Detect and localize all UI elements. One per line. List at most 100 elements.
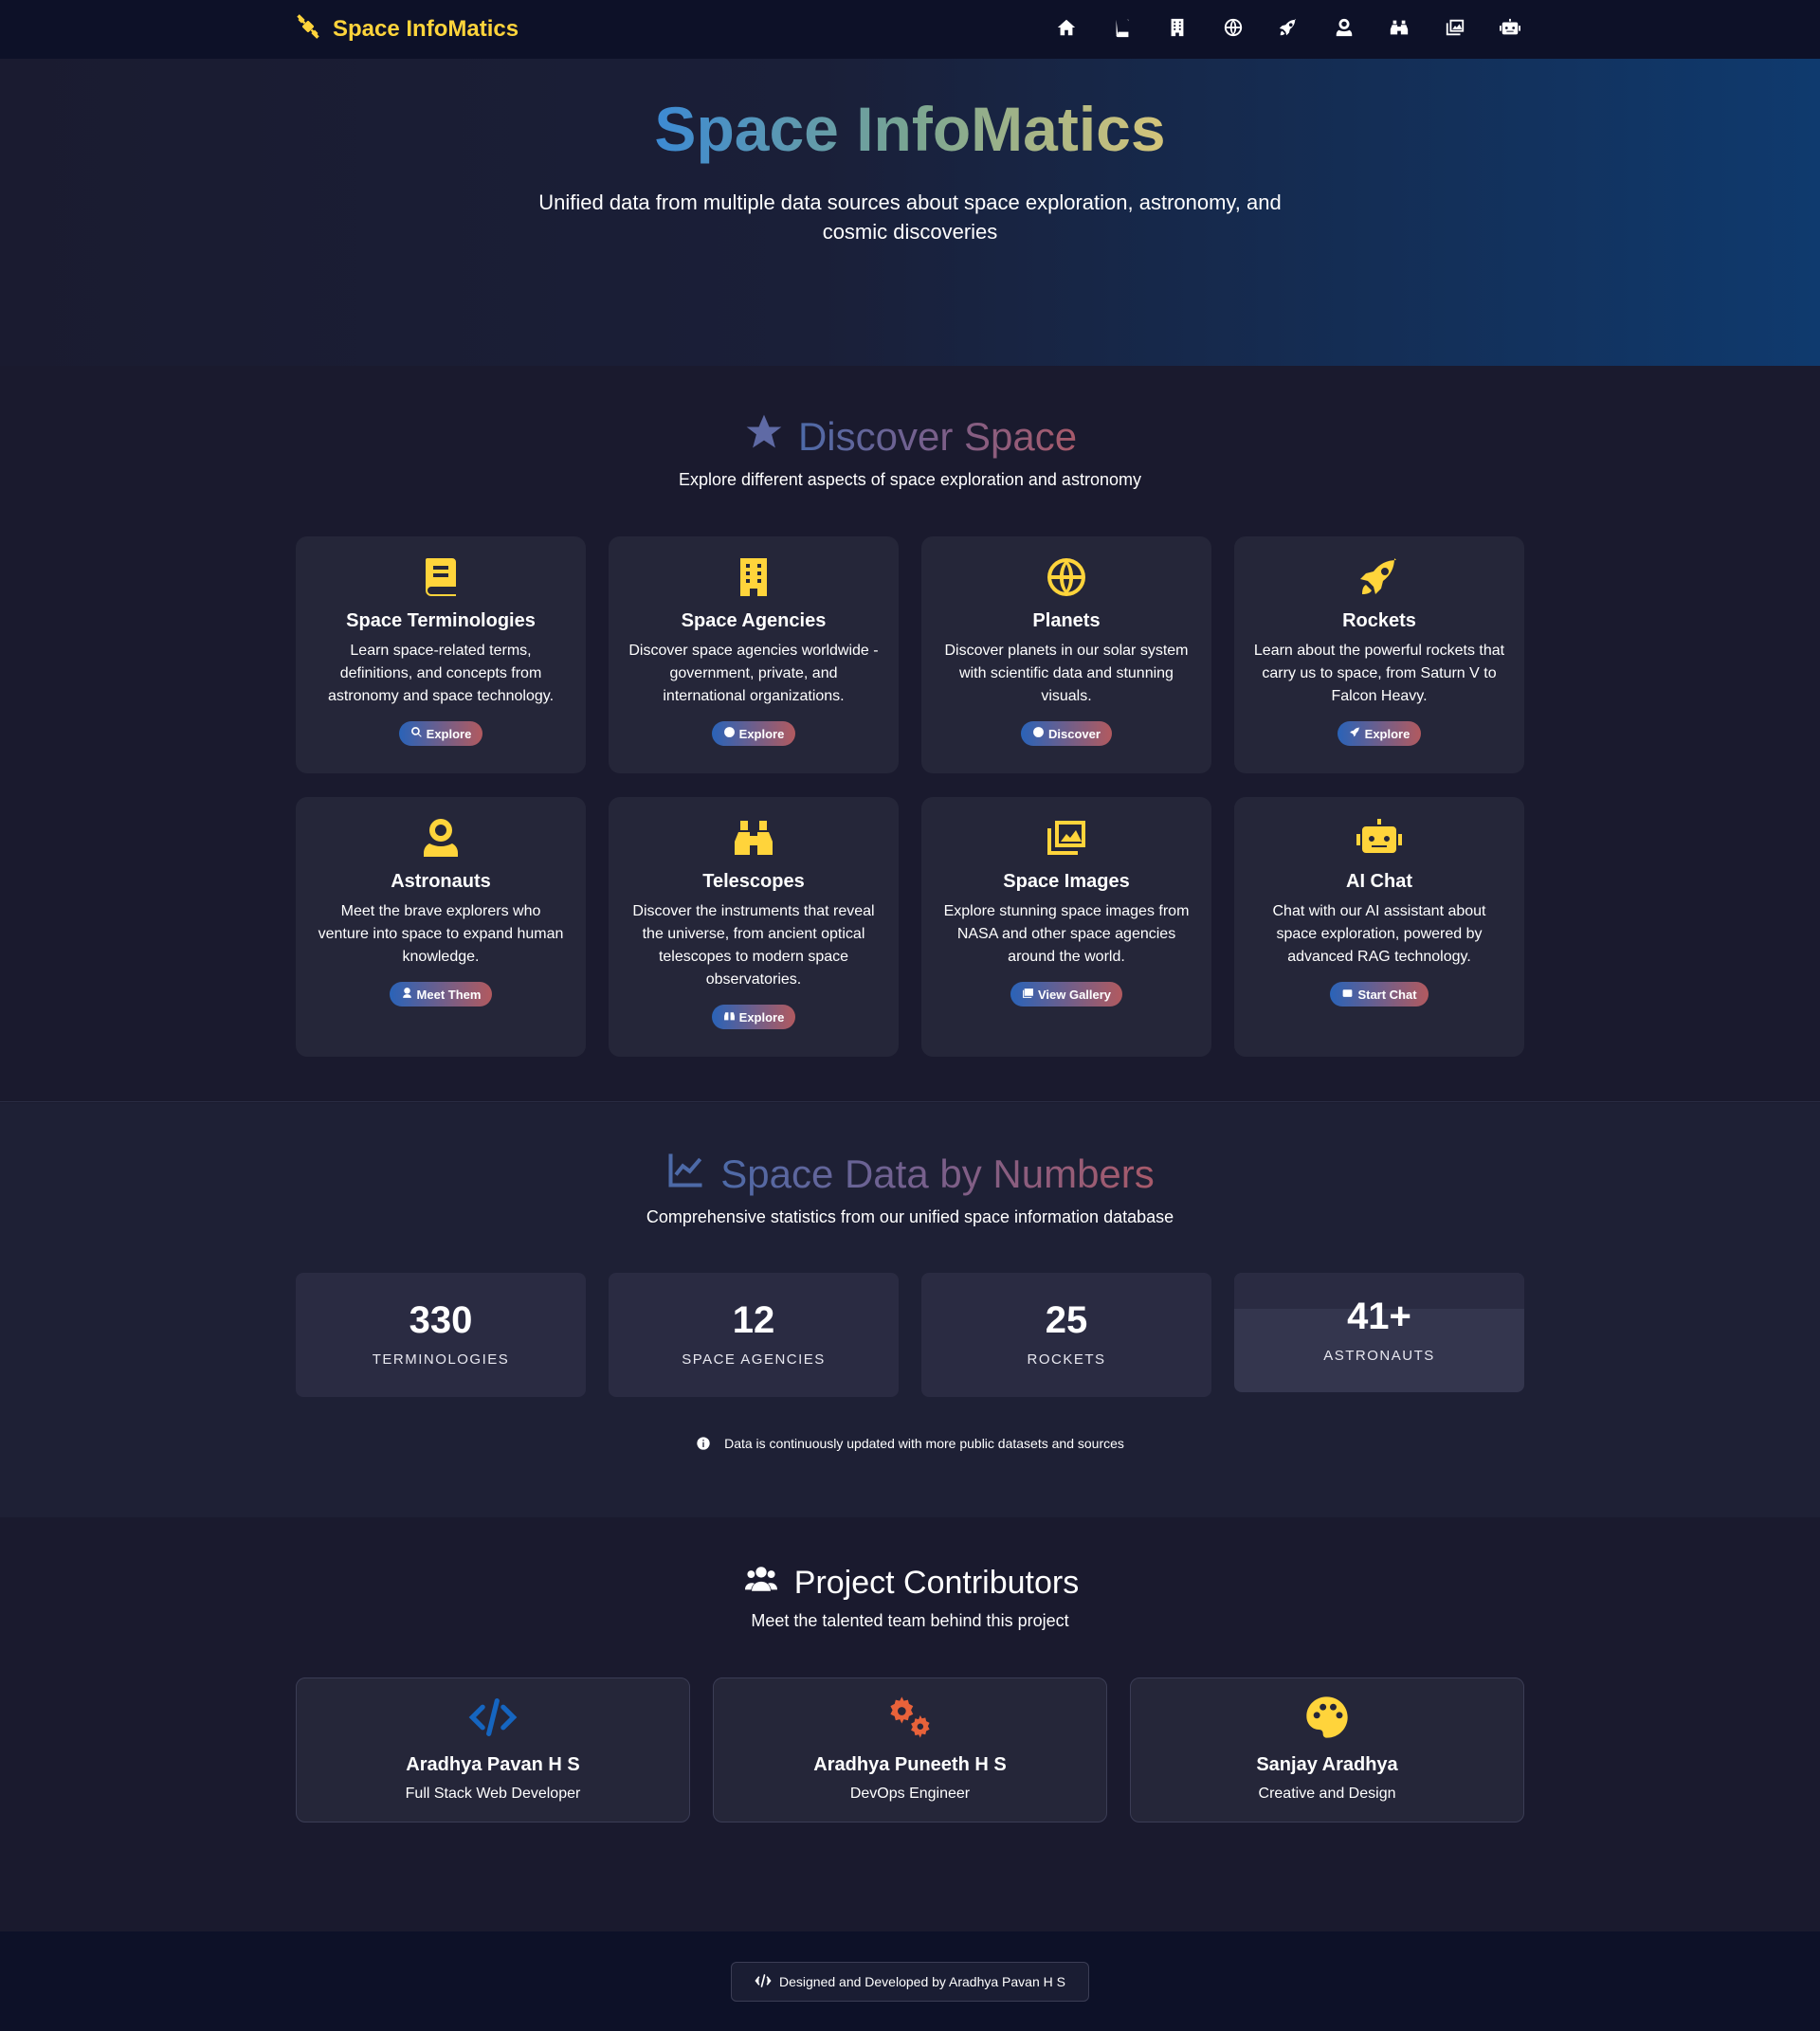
card-title: Telescopes xyxy=(702,871,805,892)
stat-terminologies: 330 TERMINOLOGIES xyxy=(296,1273,586,1397)
globe-icon xyxy=(1223,17,1244,43)
rocket-icon xyxy=(1278,17,1299,43)
contributor-name: Sanjay Aradhya xyxy=(1256,1754,1398,1775)
palette-icon xyxy=(1131,1692,1523,1743)
satellite-icon xyxy=(295,13,321,46)
discover-subtitle: Explore different aspects of space explo… xyxy=(679,470,1141,489)
card-astronauts[interactable]: Astronauts Meet the brave explorers who … xyxy=(296,797,586,1057)
nav-images[interactable] xyxy=(1428,0,1483,59)
rocket-icon xyxy=(1234,552,1524,603)
robot-icon xyxy=(1500,17,1521,43)
card-title: Planets xyxy=(1032,610,1101,631)
explore-button[interactable]: Explore xyxy=(1337,721,1422,746)
robot-icon xyxy=(1341,987,1354,1002)
stat-value: 41+ xyxy=(1347,1296,1411,1337)
code-icon xyxy=(755,1973,772,1990)
stats-subtitle: Comprehensive statistics from our unifie… xyxy=(646,1207,1174,1226)
robot-icon xyxy=(1234,812,1524,863)
images-icon xyxy=(1445,17,1465,43)
binoculars-icon xyxy=(723,1009,736,1025)
brand-name: Space InfoMatics xyxy=(333,16,519,42)
view-gallery-button[interactable]: View Gallery xyxy=(1010,982,1123,1006)
card-ai-chat[interactable]: AI Chat Chat with our AI assistant about… xyxy=(1234,797,1524,1057)
button-label: Meet Them xyxy=(416,987,482,1002)
card-title: Rockets xyxy=(1342,610,1416,631)
stat-rockets: 25 ROCKETS xyxy=(921,1273,1211,1397)
nav-rockets[interactable] xyxy=(1261,0,1317,59)
search-icon xyxy=(410,726,423,741)
contributors-section: Project Contributors Meet the talented t… xyxy=(0,1517,1820,1931)
nav-planets[interactable] xyxy=(1206,0,1262,59)
discover-button[interactable]: Discover xyxy=(1021,721,1112,746)
home-icon xyxy=(1056,17,1077,43)
card-terminologies[interactable]: Space Terminologies Learn space-related … xyxy=(296,536,586,773)
footer-credit: Designed and Developed by Aradhya Pavan … xyxy=(731,1962,1089,2002)
start-chat-button[interactable]: Start Chat xyxy=(1330,982,1429,1006)
stat-value: 330 xyxy=(409,1299,473,1341)
card-telescopes[interactable]: Telescopes Discover the instruments that… xyxy=(609,797,899,1057)
card-agencies[interactable]: Space Agencies Discover space agencies w… xyxy=(609,536,899,773)
rocket-icon xyxy=(1349,726,1361,741)
binoculars-icon xyxy=(1389,17,1410,43)
navbar: Space InfoMatics xyxy=(0,0,1820,59)
contributors-subtitle: Meet the talented team behind this proje… xyxy=(751,1611,1069,1630)
hero-title: Space InfoMatics xyxy=(654,94,1166,164)
nav-ai-chat[interactable] xyxy=(1483,0,1538,59)
book-icon xyxy=(296,552,586,603)
note-text: Data is continuously updated with more p… xyxy=(724,1436,1124,1451)
button-label: Explore xyxy=(738,726,785,741)
button-label: Start Chat xyxy=(1357,987,1417,1002)
building-icon xyxy=(609,552,899,603)
hero: Space InfoMatics Unified data from multi… xyxy=(0,59,1820,366)
nav-terminologies[interactable] xyxy=(1095,0,1151,59)
contributor-role: Full Stack Web Developer xyxy=(405,1786,581,1802)
contributors-title: Project Contributors xyxy=(793,1565,1080,1601)
card-desc: Discover planets in our solar system wit… xyxy=(944,643,1189,704)
stat-astronauts: 41+ ASTRONAUTS xyxy=(1234,1273,1524,1392)
card-desc: Learn space-related terms, definitions, … xyxy=(327,643,555,704)
images-icon xyxy=(1022,987,1034,1002)
card-title: AI Chat xyxy=(1346,871,1412,892)
card-desc: Learn about the powerful rockets that ca… xyxy=(1253,643,1505,704)
stats-section: Space Data by Numbers Comprehensive stat… xyxy=(0,1103,1820,1517)
data-note: Data is continuously updated with more p… xyxy=(0,1436,1820,1454)
nav-telescopes[interactable] xyxy=(1372,0,1428,59)
info-icon xyxy=(696,1436,711,1451)
stat-value: 25 xyxy=(1045,1299,1088,1341)
card-space-images[interactable]: Space Images Explore stunning space imag… xyxy=(921,797,1211,1057)
nav-home[interactable] xyxy=(1039,0,1095,59)
stat-label: ASTRONAUTS xyxy=(1323,1348,1435,1364)
stat-label: ROCKETS xyxy=(1027,1351,1106,1368)
card-title: Space Agencies xyxy=(681,610,827,631)
nav-icons xyxy=(1039,0,1538,59)
binoculars-icon xyxy=(609,812,899,863)
card-title: Space Images xyxy=(1003,871,1130,892)
footer: Designed and Developed by Aradhya Pavan … xyxy=(0,1931,1820,2031)
discover-section: Discover Space Explore different aspects… xyxy=(0,366,1820,1102)
button-label: Explore xyxy=(738,1009,785,1025)
astronaut-icon xyxy=(296,812,586,863)
card-desc: Meet the brave explorers who venture int… xyxy=(318,903,564,965)
stat-label: TERMINOLOGIES xyxy=(372,1351,510,1368)
contributor-card: Aradhya Puneeth H S DevOps Engineer xyxy=(713,1677,1107,1822)
card-planets[interactable]: Planets Discover planets in our solar sy… xyxy=(921,536,1211,773)
nav-agencies[interactable] xyxy=(1150,0,1206,59)
explore-button[interactable]: Explore xyxy=(711,721,796,746)
explore-button[interactable]: Explore xyxy=(711,1005,796,1029)
card-rockets[interactable]: Rockets Learn about the powerful rockets… xyxy=(1234,536,1524,773)
images-icon xyxy=(921,812,1211,863)
chart-line-icon xyxy=(665,1149,707,1200)
globe-icon xyxy=(921,552,1211,603)
globe-icon xyxy=(1032,726,1045,741)
brand-link[interactable]: Space InfoMatics xyxy=(295,0,519,59)
nav-astronauts[interactable] xyxy=(1317,0,1373,59)
footer-text: Designed and Developed by Aradhya Pavan … xyxy=(779,1974,1065,1989)
users-icon xyxy=(741,1563,781,1604)
explore-button[interactable]: Explore xyxy=(398,721,483,746)
contributor-role: Creative and Design xyxy=(1258,1786,1396,1802)
meet-them-button[interactable]: Meet Them xyxy=(389,982,493,1006)
card-desc: Discover the instruments that reveal the… xyxy=(632,903,875,988)
star-icon xyxy=(743,411,785,462)
contributor-name: Aradhya Puneeth H S xyxy=(813,1754,1007,1775)
contributor-card: Aradhya Pavan H S Full Stack Web Develop… xyxy=(296,1677,690,1822)
